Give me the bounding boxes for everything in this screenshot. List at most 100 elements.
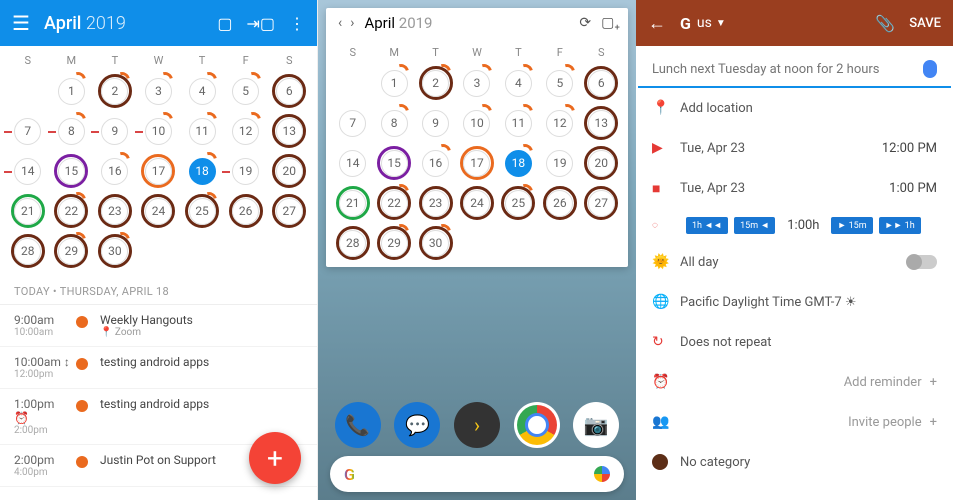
title-input[interactable] — [652, 62, 923, 77]
next-month-icon[interactable]: › — [346, 15, 358, 31]
calendar-day[interactable]: 20 — [267, 151, 311, 191]
add-icon[interactable]: ▢₊ — [601, 15, 620, 31]
phone-app-icon[interactable]: 📞 — [335, 402, 381, 448]
timezone-row[interactable]: 🌐 Pacific Daylight Time GMT-7 ☀ — [636, 282, 953, 322]
calendar-day[interactable]: 13 — [581, 103, 622, 143]
calendar-day[interactable]: 7 — [332, 103, 373, 143]
minus-1h-button[interactable]: 1h ◄◄ — [686, 217, 728, 234]
back-icon[interactable]: ← — [648, 13, 666, 34]
google-search-bar[interactable]: G — [330, 456, 624, 492]
plex-app-icon[interactable]: › — [454, 402, 500, 448]
calendar-day[interactable]: 9 — [93, 111, 137, 151]
calendar-day[interactable]: 5 — [539, 63, 580, 103]
prev-month-icon[interactable]: ‹ — [334, 15, 346, 31]
attachment-icon[interactable]: 📎 — [875, 14, 895, 33]
plus-15m-button[interactable]: ► 15m — [831, 217, 872, 234]
overflow-icon[interactable]: ⋮ — [289, 14, 305, 33]
calendar-day[interactable]: 28 — [332, 223, 373, 263]
repeat-row[interactable]: ↻ Does not repeat — [636, 322, 953, 362]
calendar-day[interactable]: 11 — [180, 111, 224, 151]
calendar-day[interactable]: 29 — [50, 231, 94, 271]
end-time-row[interactable]: ■ Tue, Apr 23 1:00 PM — [636, 168, 953, 209]
calendar-day[interactable]: 8 — [373, 103, 414, 143]
event-item[interactable]: 10:00am ↕12:00pmtesting android apps — [0, 347, 317, 389]
calendar-day[interactable]: 3 — [456, 63, 497, 103]
event-item[interactable]: 9:00am10:00amWeekly Hangouts📍 Zoom — [0, 305, 317, 347]
plus-1h-button[interactable]: ►► 1h — [879, 217, 921, 234]
calendar-day[interactable]: 13 — [267, 111, 311, 151]
menu-icon[interactable]: ☰ — [12, 11, 30, 35]
account-dropdown-icon[interactable]: ▼ — [716, 18, 726, 29]
calendar-day[interactable]: 16 — [415, 143, 456, 183]
calendar-day[interactable]: 17 — [456, 143, 497, 183]
calendar-day[interactable]: 30 — [415, 223, 456, 263]
refresh-icon[interactable]: ⟳ — [579, 15, 591, 31]
calendar-day[interactable]: 19 — [224, 151, 268, 191]
calendar-day[interactable]: 23 — [415, 183, 456, 223]
calendar-day[interactable]: 16 — [93, 151, 137, 191]
reminder-row[interactable]: ⏰ Add reminder + — [636, 362, 953, 402]
calendar-day[interactable]: 2 — [93, 71, 137, 111]
calendar-day[interactable]: 22 — [373, 183, 414, 223]
location-row[interactable]: 📍 Add location — [636, 88, 953, 128]
calendar-day[interactable]: 28 — [6, 231, 50, 271]
calendar-day[interactable]: 9 — [415, 103, 456, 143]
calendar-day[interactable]: 4 — [498, 63, 539, 103]
calendar-day[interactable]: 6 — [581, 63, 622, 103]
calendar-day[interactable]: 10 — [137, 111, 181, 151]
calendar-day[interactable]: 1 — [50, 71, 94, 111]
calendar-day[interactable]: 24 — [137, 191, 181, 231]
calendar-day[interactable]: 3 — [137, 71, 181, 111]
minus-15m-button[interactable]: 15m ◄ — [734, 217, 775, 234]
camera-app-icon[interactable]: 📷 — [573, 402, 619, 448]
allday-row[interactable]: 🌞 All day — [636, 242, 953, 282]
calendar-day[interactable]: 4 — [180, 71, 224, 111]
calendar-day[interactable]: 17 — [137, 151, 181, 191]
save-button[interactable]: SAVE — [909, 16, 941, 31]
messages-app-icon[interactable]: 💬 — [394, 402, 440, 448]
calendar-day[interactable]: 22 — [50, 191, 94, 231]
calendar-day[interactable]: 14 — [332, 143, 373, 183]
calendar-widget[interactable]: ‹ › April 2019 ⟳ ▢₊ SMTWTFS 123456789101… — [326, 8, 628, 267]
calendar-day[interactable]: 6 — [267, 71, 311, 111]
calendar-day[interactable]: 29 — [373, 223, 414, 263]
account-label[interactable]: us — [697, 15, 712, 31]
calendar-day[interactable]: 15 — [50, 151, 94, 191]
calendar-day[interactable]: 18 — [498, 143, 539, 183]
allday-toggle[interactable] — [907, 255, 937, 269]
calendar-day[interactable]: 12 — [224, 111, 268, 151]
goto-icon[interactable]: ⇥▢ — [246, 14, 275, 33]
calendar-day[interactable]: 25 — [180, 191, 224, 231]
calendar-day[interactable]: 27 — [267, 191, 311, 231]
calendar-day[interactable]: 20 — [581, 143, 622, 183]
calendar-day[interactable]: 14 — [6, 151, 50, 191]
calendar-day[interactable]: 26 — [224, 191, 268, 231]
calendar-day[interactable]: 27 — [581, 183, 622, 223]
category-row[interactable]: No category — [636, 442, 953, 482]
voice-input-icon[interactable] — [923, 60, 937, 78]
calendar-day[interactable]: 19 — [539, 143, 580, 183]
chrome-app-icon[interactable] — [514, 402, 560, 448]
calendar-day[interactable]: 26 — [539, 183, 580, 223]
calendar-day[interactable]: 25 — [498, 183, 539, 223]
calendar-day[interactable]: 2 — [415, 63, 456, 103]
calendar-day[interactable]: 1 — [373, 63, 414, 103]
calendar-day[interactable]: 30 — [93, 231, 137, 271]
start-time-row[interactable]: ▶ Tue, Apr 23 12:00 PM — [636, 128, 953, 168]
calendar-day[interactable]: 5 — [224, 71, 268, 111]
widget-title[interactable]: April 2019 — [364, 14, 569, 32]
calendar-day[interactable]: 10 — [456, 103, 497, 143]
calendar-day[interactable]: 8 — [50, 111, 94, 151]
calendar-day[interactable]: 11 — [498, 103, 539, 143]
calendar-day[interactable]: 24 — [456, 183, 497, 223]
calendar-day[interactable]: 15 — [373, 143, 414, 183]
calendar-day[interactable]: 23 — [93, 191, 137, 231]
calendar-day[interactable]: 18 — [180, 151, 224, 191]
calendar-day[interactable]: 12 — [539, 103, 580, 143]
invite-row[interactable]: 👥 Invite people + — [636, 402, 953, 442]
calendar-day[interactable]: 7 — [6, 111, 50, 151]
add-event-fab[interactable]: + — [249, 432, 301, 484]
calendar-day[interactable]: 21 — [6, 191, 50, 231]
calendar-day[interactable]: 21 — [332, 183, 373, 223]
assistant-icon[interactable] — [594, 466, 610, 482]
